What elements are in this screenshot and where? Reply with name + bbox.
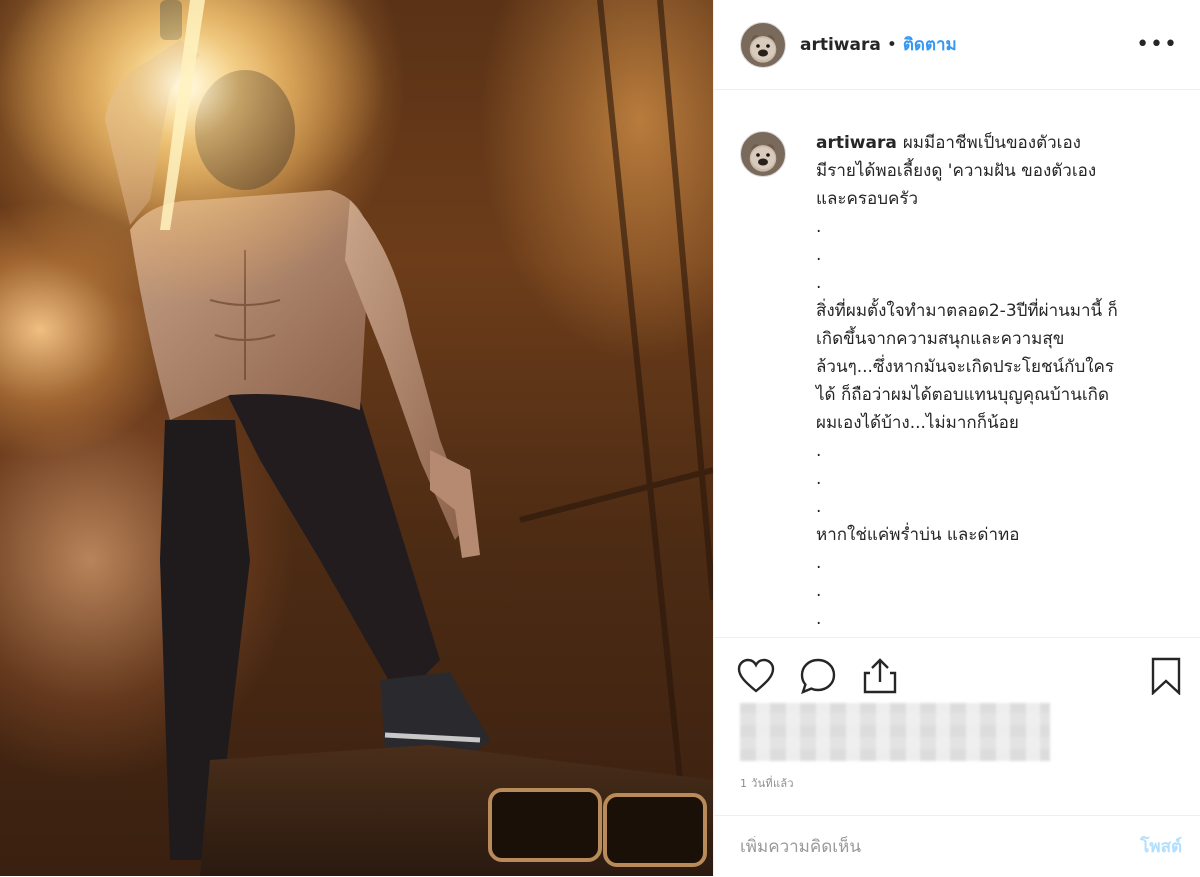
action-icon-row bbox=[736, 656, 900, 696]
caption-body: ผมมีอาชีพเป็นของตัวเอง มีรายได้พอเลี้ยงด… bbox=[816, 133, 1118, 629]
performer-illustration bbox=[0, 0, 713, 876]
post-container: artiwara • ติดตาม ••• artiwara ผมมีอาชีพ… bbox=[0, 0, 1200, 876]
bookmark-icon[interactable] bbox=[1146, 656, 1186, 696]
post-comment-button[interactable]: โพสต์ bbox=[1140, 833, 1182, 860]
comment-box: โพสต์ bbox=[714, 815, 1200, 877]
dog-avatar-icon bbox=[751, 34, 775, 60]
post-header: artiwara • ติดตาม ••• bbox=[714, 0, 1200, 90]
avatar[interactable] bbox=[740, 21, 786, 68]
comment-icon[interactable] bbox=[798, 656, 838, 696]
ellipsis-icon[interactable]: ••• bbox=[1136, 32, 1178, 57]
heart-icon[interactable] bbox=[736, 656, 776, 696]
post-side-panel: artiwara • ติดตาม ••• artiwara ผมมีอาชีพ… bbox=[713, 0, 1200, 876]
avatar[interactable] bbox=[740, 131, 786, 177]
likes-count-blurred bbox=[740, 703, 1050, 761]
post-photo[interactable] bbox=[0, 0, 713, 876]
dog-avatar-icon bbox=[751, 144, 775, 169]
header-username[interactable]: artiwara bbox=[800, 35, 881, 55]
comment-input[interactable] bbox=[738, 835, 1141, 858]
separator-dot: • bbox=[886, 34, 897, 55]
share-icon[interactable] bbox=[860, 656, 900, 696]
caption-row: artiwara ผมมีอาชีพเป็นของตัวเอง มีรายได้พ… bbox=[740, 129, 1180, 637]
follow-button[interactable]: ติดตาม bbox=[903, 31, 957, 58]
post-actions: 1 วันที่แล้ว โพสต์ bbox=[714, 637, 1200, 876]
post-timestamp[interactable]: 1 วันที่แล้ว bbox=[740, 774, 794, 792]
caption-scroll-area[interactable]: artiwara ผมมีอาชีพเป็นของตัวเอง มีรายได้พ… bbox=[714, 91, 1200, 637]
caption-text: artiwara ผมมีอาชีพเป็นของตัวเอง มีรายได้พ… bbox=[816, 129, 1180, 637]
caption-username[interactable]: artiwara bbox=[816, 133, 897, 153]
